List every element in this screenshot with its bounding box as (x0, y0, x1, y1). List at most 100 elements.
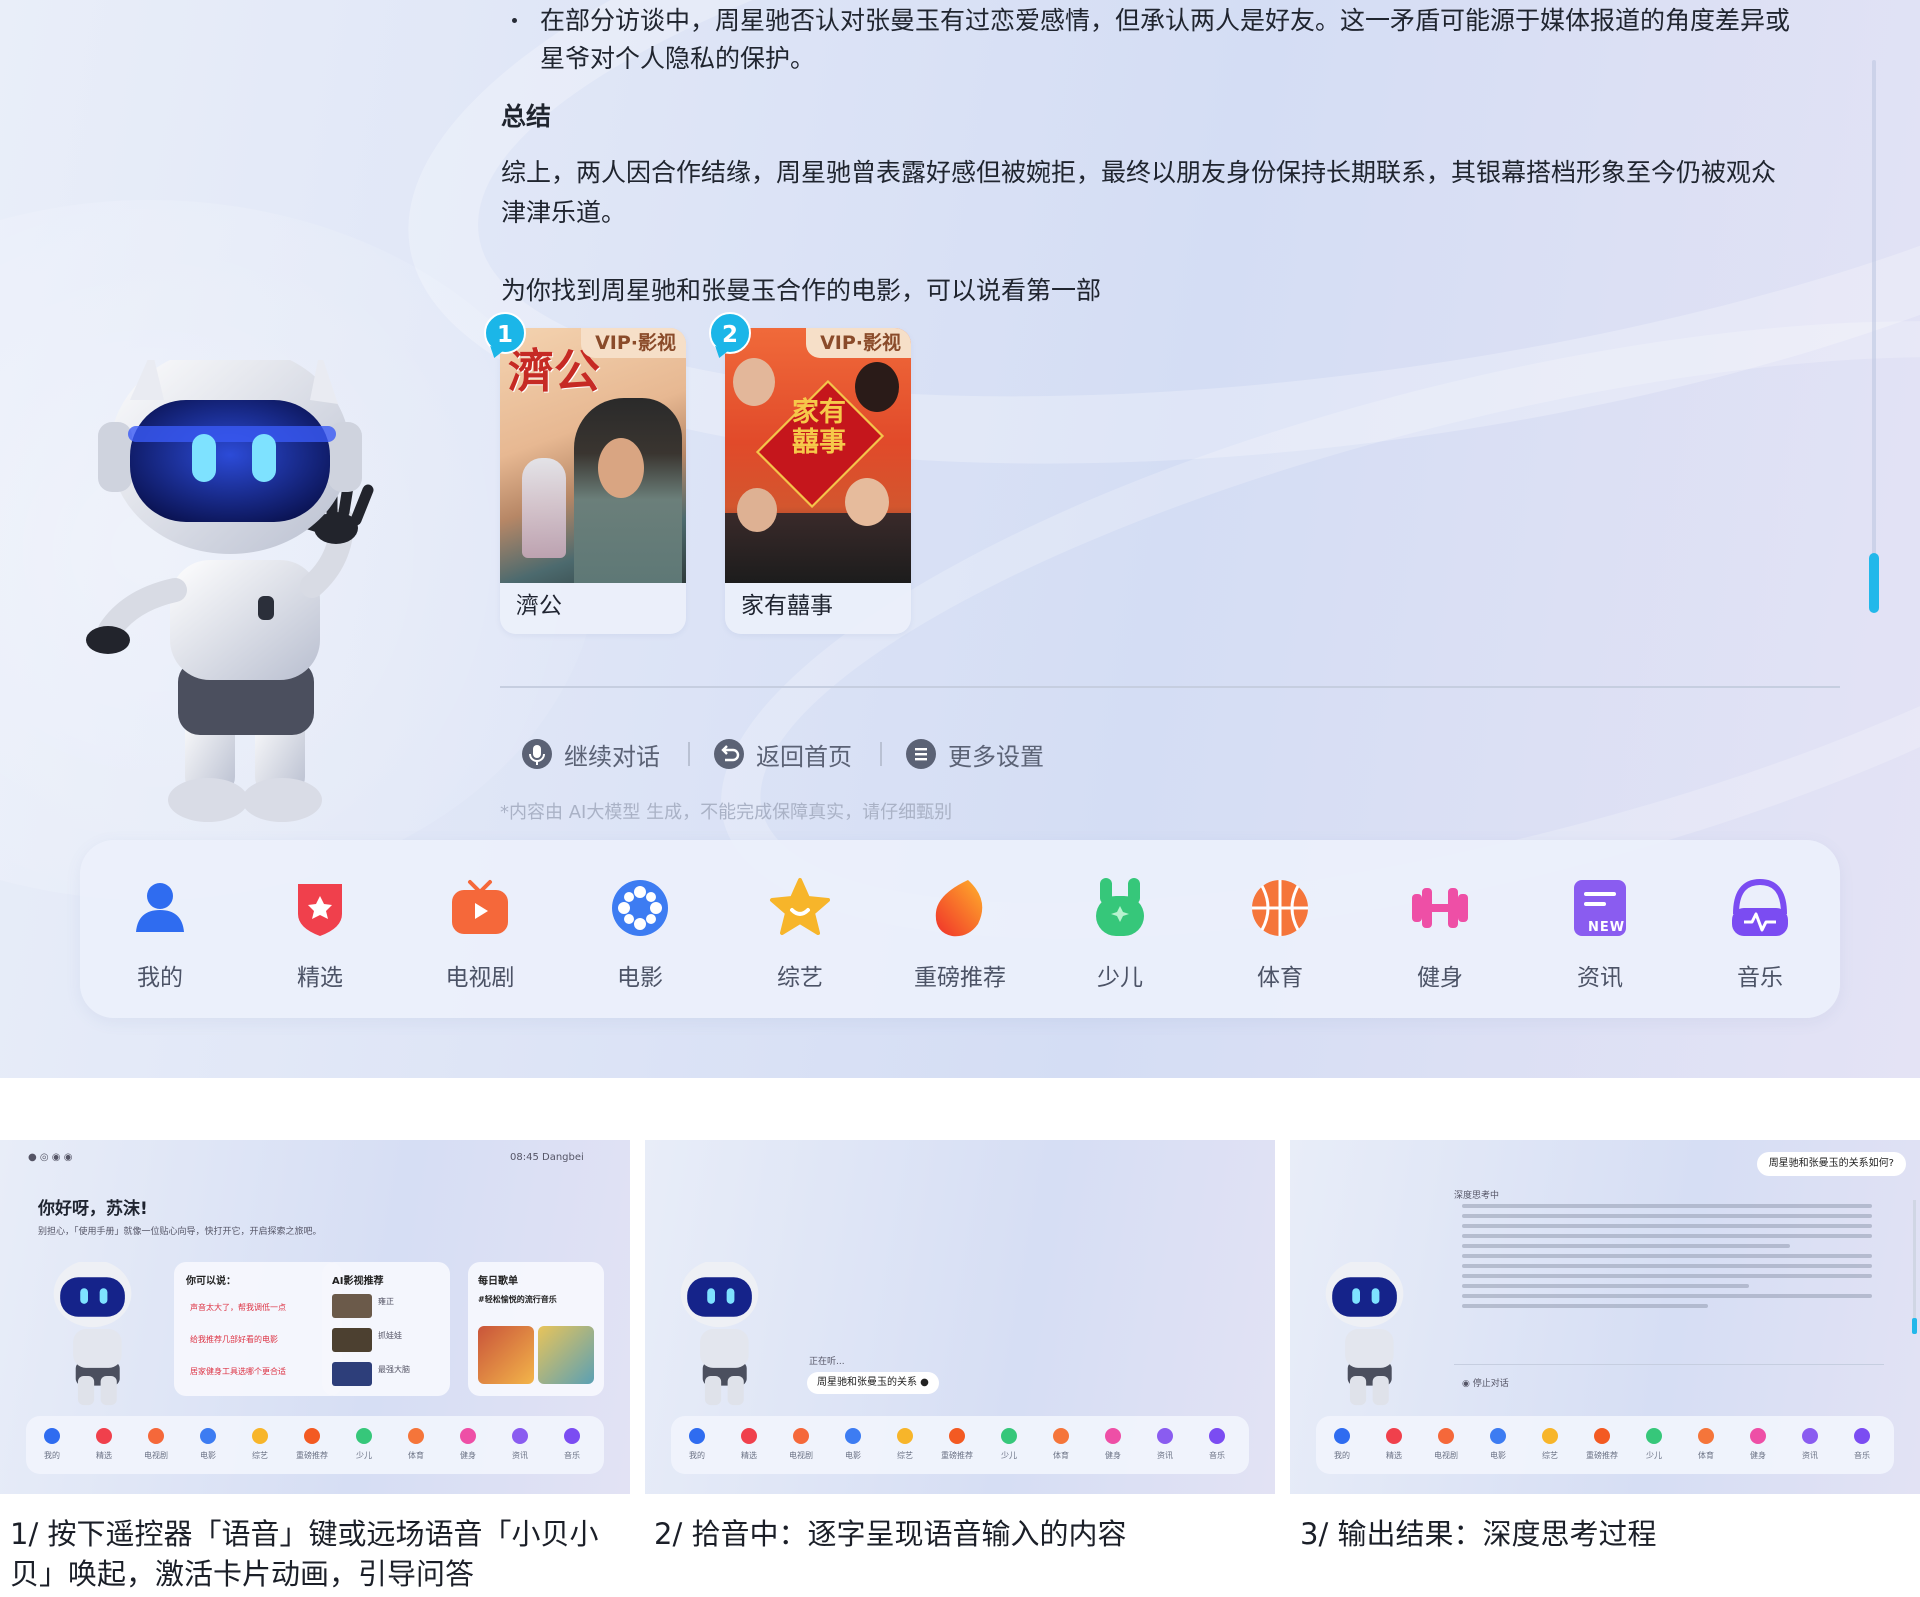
return-home-button[interactable]: 返回首页 (714, 734, 852, 774)
mini-nav-bar: 我的 精选 电视剧 电影 综艺 重磅推荐 少儿 体育 健身 资讯 音乐 (1316, 1416, 1894, 1474)
greeting: 你好呀，苏沫! (38, 1199, 148, 1219)
star-smile-icon (768, 876, 832, 940)
status-time: 08:45 (510, 1152, 539, 1163)
poster-face (845, 478, 889, 526)
action-label: 更多设置 (948, 742, 1044, 771)
voice-query-bubble: 周星驰和张曼玉的关系 ● (807, 1372, 939, 1394)
action-label: 返回首页 (756, 742, 852, 771)
greeting-sub: 别担心，「使用手册」就像一位贴心向导，快打开它，开启探索之旅吧。 (38, 1227, 322, 1237)
separator (688, 742, 690, 766)
poster-title-art: 家有囍事 (792, 397, 846, 458)
bullet-text: 在部分访谈中，周星驰否认对张曼玉有过恋爱感情，但承认两人是好友。这一矛盾可能源于… (540, 6, 1791, 35)
nav-item-fitness[interactable]: 健身 (1380, 876, 1500, 996)
scrollbar-track[interactable] (1913, 1200, 1916, 1330)
robot-mascot (1325, 1262, 1404, 1406)
menu-icon (906, 739, 936, 769)
flame-icon (928, 876, 992, 940)
nav-item-kids[interactable]: 少儿 (1060, 876, 1180, 996)
poster-face (737, 488, 777, 532)
basketball-icon (1248, 876, 1312, 940)
summary-heading: 总结 (501, 102, 552, 131)
new-badge: NEW (1588, 920, 1626, 935)
video-thumb (332, 1294, 372, 1318)
step3-screenshot: 周星驰和张曼玉的关系如何? 深度思考中 ◉ 停止对话 我的 精选 电视剧 电影 … (1290, 1140, 1920, 1494)
action-label: 继续对话 (564, 742, 660, 771)
movie-poster: 濟公 VIP·影视 (500, 328, 686, 583)
listening-label: 正在听... (809, 1357, 845, 1367)
status-icons: ● ◎ ◉ ◉ (28, 1152, 73, 1163)
mini-nav-bar: 我的 精选 电视剧 电影 综艺 重磅推荐 少儿 体育 健身 资讯 音乐 (671, 1416, 1249, 1474)
badge-star-icon (288, 876, 352, 940)
step2-caption: 2/ 拾音中：逐字呈现语音输入的内容 (654, 1517, 1127, 1551)
tv-icon (448, 876, 512, 940)
microphone-icon (522, 739, 552, 769)
video-thumb (332, 1328, 372, 1352)
summary-text: 综上，两人因合作结缘，周星驰曾表露好感但被婉拒，最终以朋友身份保持长期联系，其银… (501, 158, 1777, 187)
bullet-dot (512, 18, 517, 23)
continue-dialog-button[interactable]: 继续对话 (522, 734, 660, 774)
nav-item-tv-series[interactable]: 电视剧 (420, 876, 540, 996)
return-icon (714, 739, 744, 769)
movie-poster: 家有囍事 VIP·影视 (725, 328, 911, 583)
daily-playlist-card[interactable]: 每日歌单 #轻松愉悦的流行音乐 (468, 1262, 604, 1396)
movie-title: 家有囍事 (741, 593, 833, 619)
you-can-say-card[interactable]: 你可以说： 声音太大了，帮我调低一点 给我推荐几部好看的电影 居家健身工具选哪个… (174, 1262, 342, 1396)
movie-index-badge: 2 (709, 312, 751, 354)
playlist-cover (478, 1326, 534, 1384)
scrollbar-thumb[interactable] (1869, 553, 1879, 613)
vip-badge: VIP·影视 (581, 328, 686, 358)
mini-nav-bar: 我的 精选 电视剧 电影 综艺 重磅推荐 少儿 体育 健身 资讯 音乐 (26, 1416, 604, 1474)
bunny-icon (1088, 876, 1152, 940)
robot-mascot (86, 360, 374, 822)
poster-figure (522, 458, 566, 558)
thinking-label: 深度思考中 (1454, 1191, 1500, 1201)
movie-index-badge: 1 (484, 312, 526, 354)
scrollbar-track[interactable] (1872, 60, 1876, 610)
ai-disclaimer: *内容由 AI大模型 生成，不能完成保障真实，请仔细甄别 (500, 802, 953, 823)
poster-face (733, 358, 775, 406)
movie-title: 濟公 (516, 593, 562, 619)
nav-item-music[interactable]: 音乐 (1700, 876, 1820, 996)
nav-item-recommended[interactable]: 重磅推荐 (900, 876, 1020, 996)
divider (1454, 1364, 1884, 1365)
nav-item-movies[interactable]: 电影 (580, 876, 700, 996)
robot-mascot (53, 1262, 132, 1406)
robot-mascot (680, 1262, 759, 1406)
news-icon: NEW (1568, 876, 1632, 940)
movie-card[interactable]: 濟公 VIP·影视 濟公 (500, 328, 686, 634)
tv-screen: 在部分访谈中，周星驰否认对张曼玉有过恋爱感情，但承认两人是好友。这一矛盾可能源于… (0, 0, 1920, 1078)
playlist-cover (538, 1326, 594, 1384)
question-bubble: 周星驰和张曼玉的关系如何? (1756, 1152, 1906, 1176)
step1-screenshot: ● ◎ ◉ ◉ 08:45 Dangbei 你好呀，苏沫! 别担心，「使用手册」… (0, 1140, 630, 1494)
step3-caption: 3/ 输出结果：深度思考过程 (1300, 1517, 1657, 1551)
thinking-text (1462, 1204, 1872, 1314)
bullet-text: 星爷对个人隐私的保护。 (540, 44, 816, 73)
step2-screenshot: 正在听... 周星驰和张曼玉的关系 ● 我的 精选 电视剧 电影 综艺 重磅推荐… (645, 1140, 1275, 1494)
vip-badge: VIP·影视 (806, 328, 911, 358)
nav-item-mine[interactable]: 我的 (100, 876, 220, 996)
movie-card[interactable]: 家有囍事 VIP·影视 家有囍事 (725, 328, 911, 634)
movie-prompt: 为你找到周星驰和张曼玉合作的电影，可以说看第一部 (501, 276, 1102, 305)
category-nav-bar: 我的 精选 电视剧 电影 综艺 重磅推荐 少儿 体育 健身 NEW 资讯 音乐 (80, 840, 1840, 1018)
step1-caption: 贝」唤起，激活卡片动画，引导问答 (10, 1557, 475, 1591)
nav-item-variety[interactable]: 综艺 (740, 876, 860, 996)
separator (880, 742, 882, 766)
summary-text: 津津乐道。 (501, 198, 627, 227)
scrollbar-thumb[interactable] (1912, 1318, 1917, 1334)
poster-face (855, 362, 899, 412)
more-settings-button[interactable]: 更多设置 (906, 734, 1044, 774)
nav-item-featured[interactable]: 精选 (260, 876, 380, 996)
user-icon (128, 876, 192, 940)
dumbbell-icon (1408, 876, 1472, 940)
headphones-icon (1728, 876, 1792, 940)
stop-dialog-button[interactable]: ◉ 停止对话 (1462, 1376, 1509, 1389)
ai-video-card[interactable]: AI影视推荐 雍正 抓娃娃 最强大脑 (322, 1262, 450, 1396)
nav-item-news[interactable]: NEW 资讯 (1540, 876, 1660, 996)
nav-item-sports[interactable]: 体育 (1220, 876, 1340, 996)
status-user: Dangbei (542, 1152, 584, 1163)
film-reel-icon (608, 876, 672, 940)
poster-face (598, 438, 644, 498)
video-thumb (332, 1362, 372, 1386)
divider (500, 686, 1840, 688)
step1-caption: 1/ 按下遥控器「语音」键或远场语音「小贝小 (10, 1517, 599, 1551)
